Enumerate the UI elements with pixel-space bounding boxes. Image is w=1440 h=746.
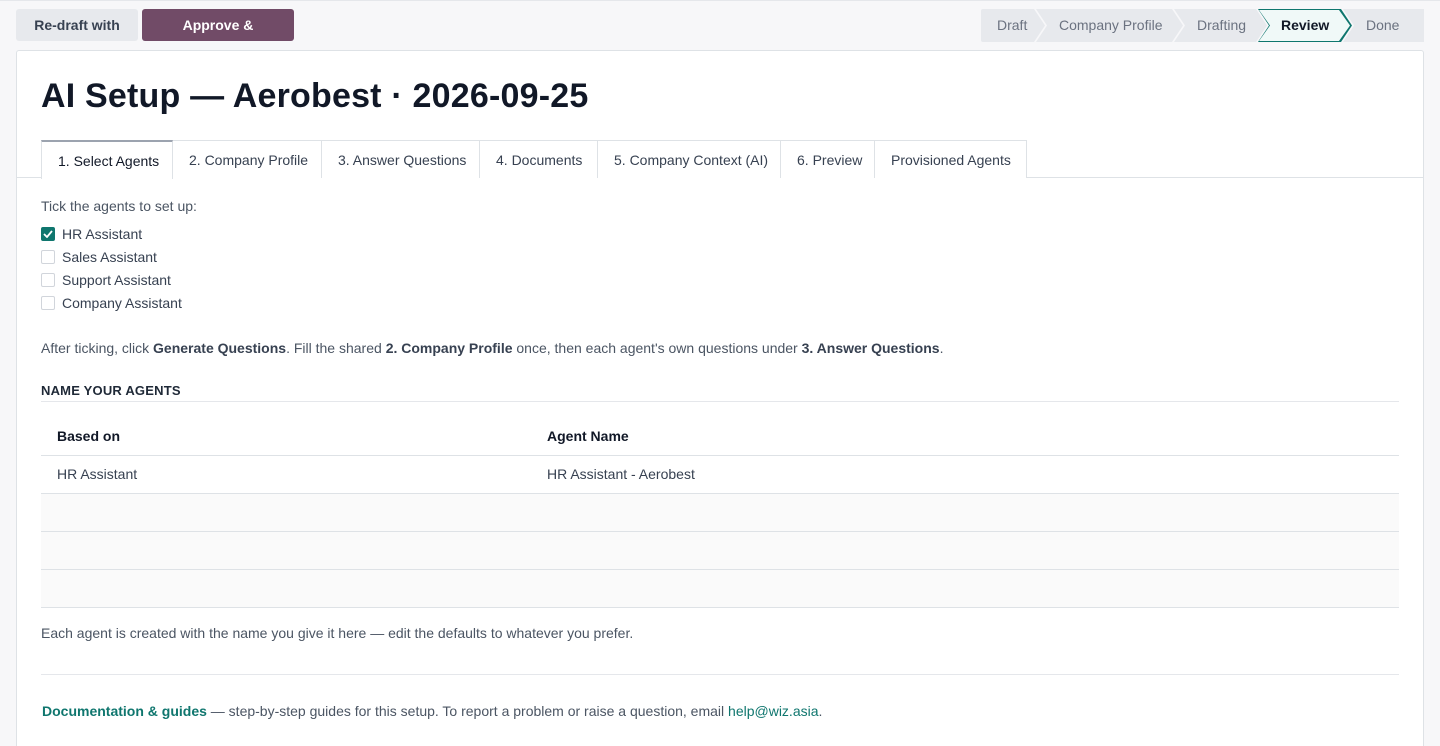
status-stage-done[interactable]: Done xyxy=(1343,9,1424,42)
company-profile-ref: 2. Company Profile xyxy=(385,340,513,356)
checkbox[interactable] xyxy=(41,296,55,310)
cell-based-on: HR Assistant xyxy=(41,455,531,494)
tab-company-profile[interactable]: 2. Company Profile xyxy=(172,140,322,178)
status-stage-label: Done xyxy=(1366,17,1400,33)
table-row-empty xyxy=(41,531,1399,570)
instructions-part: After ticking, click xyxy=(41,340,154,356)
redraft-with-ai-button[interactable]: Re-draft with AI xyxy=(16,9,138,65)
tab-company-context[interactable]: 5. Company Context (AI) xyxy=(597,140,781,178)
status-stage-drafting[interactable]: Drafting xyxy=(1174,9,1267,42)
agent-option-hr-assistant[interactable]: HR Assistant xyxy=(41,224,142,244)
agent-option-label: Support Assistant xyxy=(62,272,171,288)
status-stage-label: Drafting xyxy=(1197,17,1247,33)
status-stage-label: Review xyxy=(1281,17,1330,33)
footer-end: . xyxy=(818,703,823,719)
footer-text: — step-by-step guides for this setup. To… xyxy=(206,703,729,719)
help-email-link[interactable]: help@wiz.asia xyxy=(728,703,818,719)
empty-cell xyxy=(41,493,531,532)
answer-questions-ref: 3. Answer Questions xyxy=(801,340,940,356)
checkbox[interactable] xyxy=(41,250,55,264)
empty-cell xyxy=(531,569,1399,608)
generate-questions-ref: Generate Questions xyxy=(153,340,287,356)
column-header-agent-name[interactable]: Agent Name xyxy=(531,418,1399,456)
agent-option-label: Sales Assistant xyxy=(62,249,157,265)
notebook-tabs: 1. Select Agents 2. Company Profile 3. A… xyxy=(17,140,1423,179)
column-header-based-on[interactable]: Based on xyxy=(41,418,531,456)
status-stage-company-profile[interactable]: Company Profile xyxy=(1036,9,1183,42)
approve-provision-button[interactable]: Approve & Provision xyxy=(142,9,294,65)
checkbox[interactable] xyxy=(41,227,55,241)
divider xyxy=(41,674,1399,675)
footer-help: Documentation & guides — step-by-step gu… xyxy=(42,703,822,719)
tab-documents[interactable]: 4. Documents xyxy=(479,140,598,178)
top-border xyxy=(0,0,1440,1)
status-stage-label: Draft xyxy=(997,17,1028,33)
instructions-part: . Fill the shared xyxy=(286,340,386,356)
instructions-text: After ticking, click Generate Questions.… xyxy=(41,340,943,356)
instructions-part: once, then each agent's own questions un… xyxy=(512,340,802,356)
tab-preview[interactable]: 6. Preview xyxy=(780,140,875,178)
agent-option-label: Company Assistant xyxy=(62,295,182,311)
table-row-empty xyxy=(41,493,1399,532)
table-header-row: Based on Agent Name xyxy=(41,418,1399,456)
agent-names-note: Each agent is created with the name you … xyxy=(41,625,634,641)
form-sheet: AI Setup — Aerobest · 2026-09-25 1. Sele… xyxy=(16,50,1424,746)
empty-cell xyxy=(41,569,531,608)
tab-provisioned-agents[interactable]: Provisioned Agents xyxy=(874,140,1027,178)
agent-option-label: HR Assistant xyxy=(62,226,143,242)
name-agents-heading: NAME YOUR AGENTS xyxy=(41,383,1399,402)
tab-select-agents[interactable]: 1. Select Agents xyxy=(41,140,173,179)
agents-hint: Tick the agents to set up: xyxy=(41,198,197,214)
tab-answer-questions[interactable]: 3. Answer Questions xyxy=(321,140,480,178)
page-title: AI Setup — Aerobest · 2026-09-25 xyxy=(41,77,589,115)
instructions-part: . xyxy=(939,340,944,356)
status-stage-draft[interactable]: Draft xyxy=(981,9,1045,42)
agent-names-table: Based on Agent Name HR Assistant HR Assi… xyxy=(41,418,1399,608)
empty-cell xyxy=(41,531,531,570)
status-stage-label: Company Profile xyxy=(1059,17,1163,33)
control-panel: Re-draft with AI Approve & Provision Dra… xyxy=(16,9,1424,65)
empty-cell xyxy=(531,493,1399,532)
table-row[interactable]: HR Assistant HR Assistant - Aerobest xyxy=(41,455,1399,494)
status-stage-review[interactable]: Review xyxy=(1258,9,1352,42)
agent-option-company-assistant[interactable]: Company Assistant xyxy=(41,293,182,313)
status-bar: Draft Company Profile Drafting Review Do… xyxy=(981,9,1424,42)
check-icon xyxy=(43,230,53,238)
table-row-empty xyxy=(41,569,1399,608)
checkbox[interactable] xyxy=(41,273,55,287)
empty-cell xyxy=(531,531,1399,570)
agent-option-support-assistant[interactable]: Support Assistant xyxy=(41,270,171,290)
agent-option-sales-assistant[interactable]: Sales Assistant xyxy=(41,247,157,267)
cell-agent-name[interactable]: HR Assistant - Aerobest xyxy=(531,455,1399,494)
documentation-link[interactable]: Documentation & guides xyxy=(42,703,207,719)
